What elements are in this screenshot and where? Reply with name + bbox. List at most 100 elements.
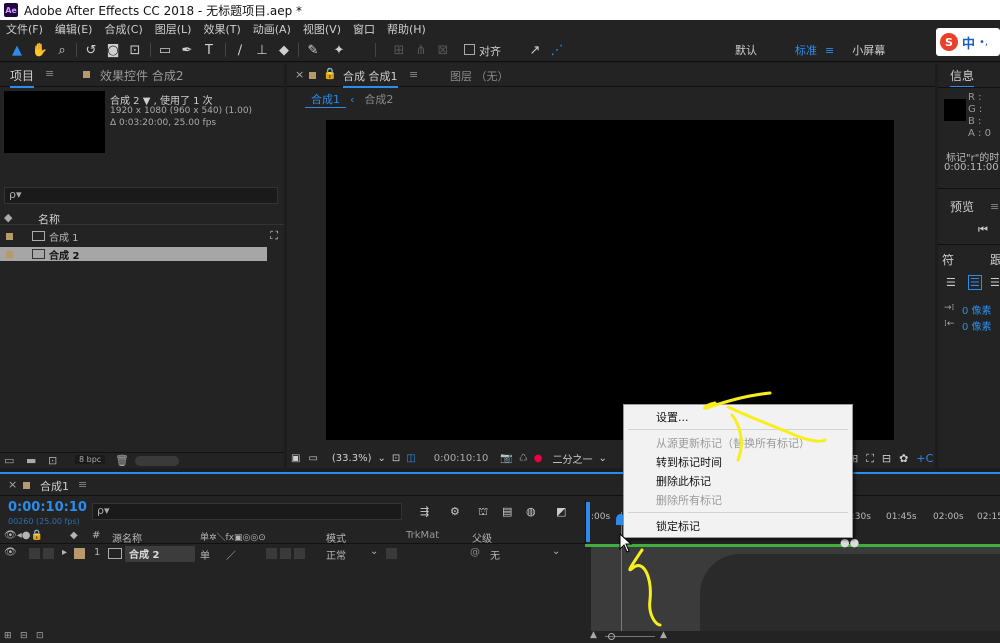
exposure-value[interactable]: +C xyxy=(916,452,933,465)
rectangle-tool-icon[interactable]: ▭ xyxy=(156,41,174,59)
indent-left-value[interactable]: 0 像素 xyxy=(962,302,992,317)
workspace-standard[interactable]: 标准 xyxy=(795,42,817,58)
layout-icon[interactable]: ⛶ xyxy=(866,452,874,466)
chevron-down-icon[interactable]: ⌄ xyxy=(552,546,560,557)
col-source-name[interactable]: 源名称 xyxy=(112,530,142,545)
switch-box[interactable] xyxy=(280,548,291,559)
selection-tool-icon[interactable]: ▲ xyxy=(8,41,26,59)
tab-menu-icon[interactable]: ≡ xyxy=(409,68,418,81)
type-tool-icon[interactable]: T xyxy=(200,41,218,59)
trash-icon[interactable]: 🗑 xyxy=(115,454,129,467)
menu-window[interactable]: 窗口 xyxy=(347,21,381,37)
switch-box[interactable] xyxy=(294,548,305,559)
resolution-select[interactable]: 二分之一 xyxy=(553,451,593,466)
layer-label-swatch[interactable] xyxy=(74,548,85,559)
mask-visibility-icon[interactable]: ◫ xyxy=(406,453,415,464)
menu-edit[interactable]: 编辑(E) xyxy=(49,21,99,37)
rotate-tool-icon[interactable]: ↺ xyxy=(82,41,100,59)
show-snapshot-icon[interactable]: ♺ xyxy=(519,453,528,464)
collapse-switch-icon[interactable]: ／ xyxy=(226,547,236,562)
parent-select[interactable]: 无 xyxy=(490,547,500,562)
tab-menu-icon[interactable]: ≡ xyxy=(78,478,87,491)
layer-shy-switch[interactable]: 单 xyxy=(200,547,210,562)
lock-icon[interactable]: 🔒 xyxy=(323,67,337,80)
pan-behind-tool-icon[interactable]: ⊡ xyxy=(126,41,144,59)
eraser-tool-icon[interactable]: ◆ xyxy=(275,41,293,59)
close-tab-icon[interactable]: × xyxy=(8,478,17,491)
blend-mode-select[interactable]: 正常 xyxy=(326,547,346,562)
ime-indicator[interactable]: S 中 •, xyxy=(936,28,1000,56)
workspace-small-screen[interactable]: 小屏幕 xyxy=(852,42,885,58)
info-panel-title[interactable]: 信息 xyxy=(950,67,975,88)
col-parent[interactable]: 父级 xyxy=(472,530,492,545)
tab-character[interactable]: 符 xyxy=(942,251,954,268)
workspace-default[interactable]: 默认 xyxy=(735,42,757,58)
draft-3d-icon[interactable]: ⚙ xyxy=(450,505,460,518)
view-axis-icon[interactable]: ⊠ xyxy=(434,41,452,59)
layer-name[interactable]: 合成 2 xyxy=(125,546,195,562)
current-timecode[interactable]: 0:00:10:10 xyxy=(8,500,87,515)
viewer-timecode[interactable]: 0:00:10:10 xyxy=(434,453,489,464)
col-trkmat[interactable]: TrkMat xyxy=(406,530,439,541)
menu-file[interactable]: 文件(F) xyxy=(0,21,49,37)
toggle-switches-icon[interactable]: ⊞ xyxy=(4,631,12,641)
grid-icon[interactable]: ⊡ xyxy=(392,453,400,464)
switch-box[interactable] xyxy=(266,548,277,559)
workspace-menu-icon[interactable]: ≡ xyxy=(825,44,834,57)
toggle-modes-icon[interactable]: ⊟ xyxy=(20,631,28,641)
layer-row[interactable]: 👁 ▸ 1 合成 2 单 ／ 正常 ⌄ @ 无 ⌄ xyxy=(0,546,585,562)
align-center-icon[interactable]: ☰ xyxy=(968,275,982,290)
new-folder-icon[interactable]: ▬ xyxy=(26,454,36,467)
lock-toggle[interactable] xyxy=(43,548,54,559)
menu-effect[interactable]: 效果(T) xyxy=(197,21,246,37)
tab-menu-icon[interactable]: ≡ xyxy=(45,67,54,80)
tab-composition[interactable]: 合成 合成1 xyxy=(343,68,398,88)
eye-icon[interactable]: 👁 xyxy=(4,547,17,558)
snap-checkbox[interactable] xyxy=(464,44,475,55)
close-tab-icon[interactable]: × xyxy=(295,68,304,81)
breadcrumb-comp1[interactable]: 合成1 xyxy=(305,91,346,108)
align-right-icon[interactable]: ☰ xyxy=(990,276,1000,289)
breadcrumb-comp2[interactable]: 合成2 xyxy=(364,91,393,107)
tab-layer[interactable]: 图层 （无） xyxy=(450,68,509,84)
fast-preview-icon[interactable]: ⊟ xyxy=(882,452,891,465)
chevron-down-icon[interactable]: ⌄ xyxy=(370,546,378,557)
tab-paragraph[interactable]: 跟 xyxy=(990,251,1000,268)
world-axis-icon[interactable]: ⋔ xyxy=(412,41,430,59)
comp-mini-flowchart-icon[interactable]: ⇶ xyxy=(420,505,429,518)
shy-icon[interactable]: ⛫ xyxy=(478,505,488,520)
puppet-pin-tool-icon[interactable]: ✦ xyxy=(330,41,348,59)
interpret-footage-icon[interactable]: ▭ xyxy=(4,454,14,467)
align-left-icon[interactable]: ☰ xyxy=(946,276,956,289)
motion-blur-icon[interactable]: ◍ xyxy=(526,505,536,518)
frame-blending-icon[interactable]: ▤ xyxy=(502,505,512,518)
local-axis-icon[interactable]: ⊞ xyxy=(390,41,408,59)
indent-right-value[interactable]: 0 像素 xyxy=(962,318,992,333)
col-name[interactable]: 名称 xyxy=(38,211,60,227)
toggle-in-out-icon[interactable]: ⊡ xyxy=(36,631,44,641)
always-preview-icon[interactable]: ▣ xyxy=(291,453,300,464)
expand-arrow-icon[interactable]: ▸ xyxy=(62,547,67,558)
monitor-icon[interactable]: ▭ xyxy=(308,453,317,464)
preview-panel-title[interactable]: 预览 xyxy=(950,198,974,215)
graph-editor-icon[interactable]: ◩ xyxy=(556,505,566,518)
chevron-down-icon[interactable]: ⌄ xyxy=(599,453,607,464)
brush-tool-icon[interactable]: ∕ xyxy=(231,41,249,59)
col-mode[interactable]: 模式 xyxy=(326,530,346,545)
zoom-tool-icon[interactable]: ⌕ xyxy=(53,41,71,59)
channel-icon[interactable]: ● xyxy=(534,453,543,464)
bit-depth[interactable]: 8 bpc xyxy=(75,455,106,464)
snap-arrow-icon[interactable]: ↗ xyxy=(526,41,544,59)
project-search-input[interactable]: ρ▾ xyxy=(4,187,278,204)
thumbnail-scale-slider[interactable] xyxy=(135,456,179,466)
zoom-level[interactable]: (33.3%) xyxy=(332,453,372,464)
project-item[interactable]: 合成 1 ⛶ xyxy=(0,229,284,244)
hand-tool-icon[interactable]: ✋ xyxy=(31,41,49,59)
chevron-down-icon[interactable]: ⌄ xyxy=(377,453,385,464)
project-item[interactable]: 合成 2 xyxy=(0,247,267,262)
roto-brush-tool-icon[interactable]: ✎ xyxy=(304,41,322,59)
clone-stamp-tool-icon[interactable]: ⊥ xyxy=(253,41,271,59)
reset-exposure-icon[interactable]: ✿ xyxy=(899,452,908,465)
timeline-search-input[interactable]: ρ▾ xyxy=(92,503,402,520)
menu-help[interactable]: 帮助(H) xyxy=(381,21,432,37)
